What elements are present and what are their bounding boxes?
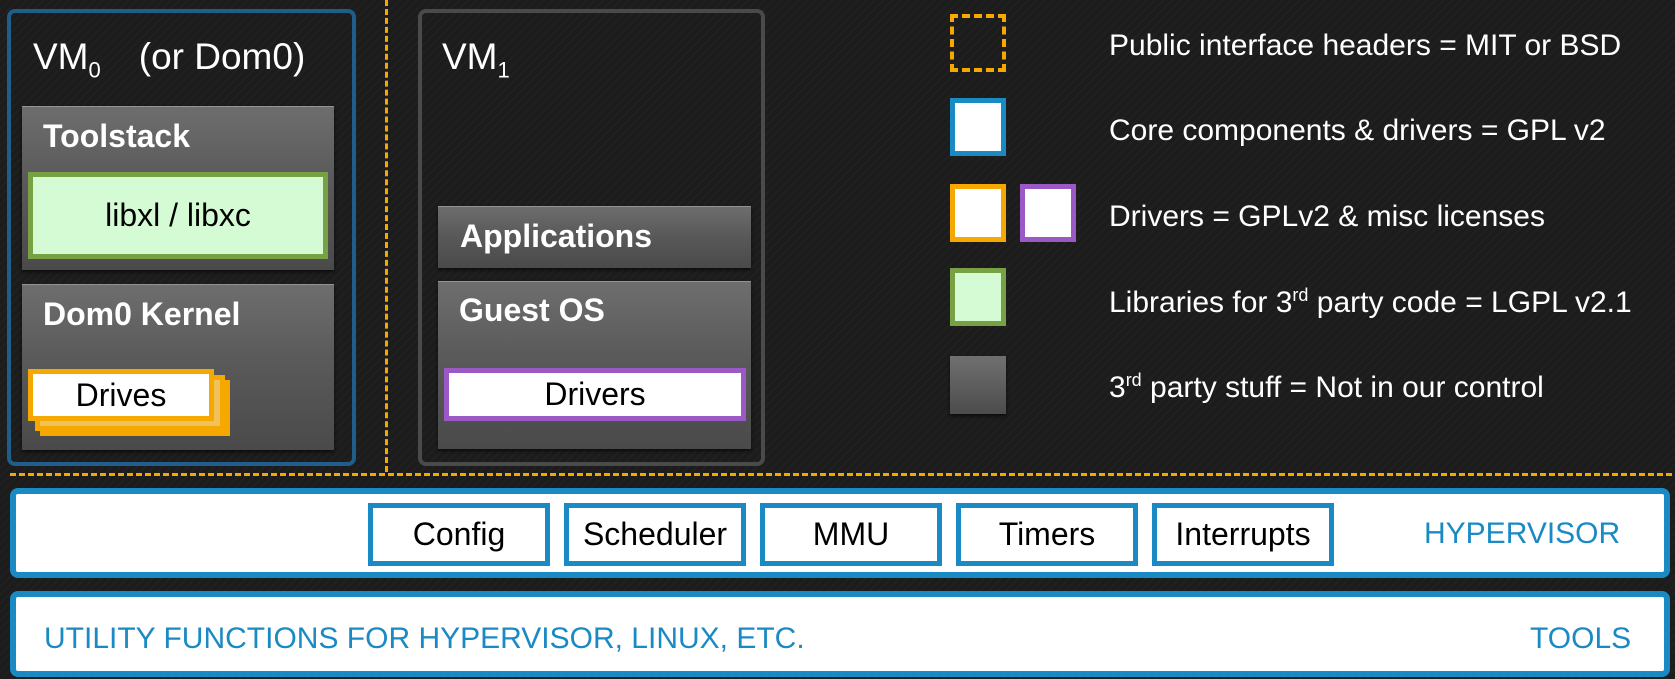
- legend-swatch-core: [950, 98, 1006, 156]
- tools-description: UTILITY FUNCTIONS FOR HYPERVISOR, LINUX,…: [44, 622, 805, 655]
- vm1-title: VM1: [442, 36, 510, 83]
- libxl-libxc-box: libxl / libxc: [28, 172, 328, 259]
- vm1-title-sub: 1: [497, 57, 510, 83]
- legend-drivers: Drivers = GPLv2 & misc licenses: [1109, 200, 1545, 233]
- hypervisor-config: Config: [368, 503, 550, 566]
- vm1-title-main: VM: [442, 36, 498, 77]
- drives-card: Drives: [28, 369, 214, 421]
- tools-label: TOOLS: [1530, 622, 1632, 655]
- hypervisor-scheduler: Scheduler: [564, 503, 746, 566]
- legend-public-headers: Public interface headers = MIT or BSD: [1109, 29, 1622, 62]
- legend-swatch-drivers-purple: [1020, 184, 1076, 242]
- hypervisor-mmu: MMU: [760, 503, 942, 566]
- vm0-title-note: (or Dom0): [138, 36, 306, 77]
- legend-swatch-libraries: [950, 268, 1006, 326]
- legend-core: Core components & drivers = GPL v2: [1109, 114, 1606, 147]
- public-interface-horizontal-divider: [10, 473, 1672, 476]
- vm0-title-sub: 0: [88, 57, 101, 83]
- legend-swatch-public: [950, 14, 1006, 72]
- toolstack-label: Toolstack: [43, 118, 190, 154]
- guest-drivers-box: Drivers: [444, 368, 746, 421]
- legend-third-party: 3rd party stuff = Not in our control: [1109, 370, 1544, 404]
- legend-swatch-drivers-orange: [950, 184, 1006, 242]
- legend-swatch-third-party: [950, 356, 1006, 414]
- legend-libraries: Libraries for 3rd party code = LGPL v2.1: [1109, 285, 1632, 319]
- hypervisor-interrupts: Interrupts: [1152, 503, 1334, 566]
- applications-label: Applications: [460, 218, 653, 254]
- public-interface-vertical-divider: [385, 0, 388, 472]
- vm0-title-main: VM: [33, 36, 89, 77]
- vm0-title: VM0 (or Dom0): [33, 36, 305, 83]
- hypervisor-timers: Timers: [956, 503, 1138, 566]
- hypervisor-label: HYPERVISOR: [1424, 517, 1621, 550]
- dom0-kernel-label: Dom0 Kernel: [43, 296, 241, 332]
- guest-os-label: Guest OS: [459, 292, 605, 328]
